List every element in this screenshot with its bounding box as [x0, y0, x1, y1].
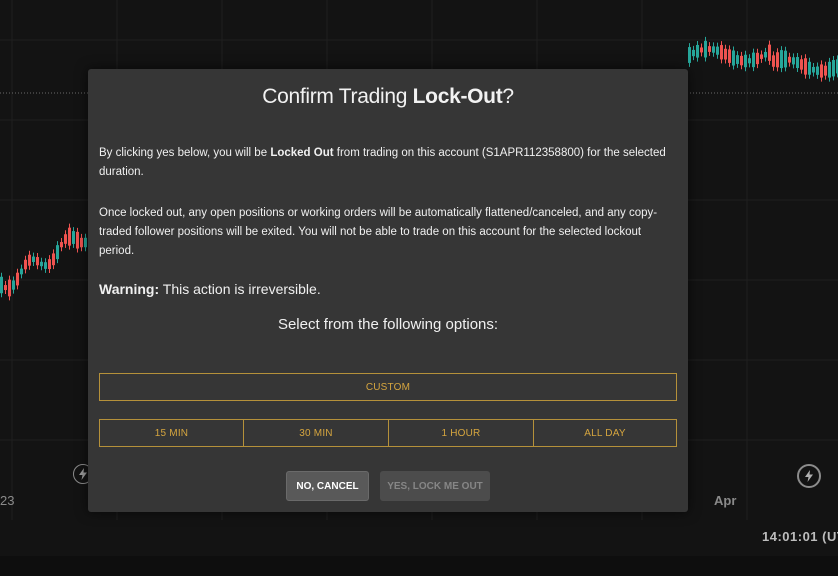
custom-duration-button[interactable]: CUSTOM: [99, 373, 677, 401]
candle: [80, 237, 83, 248]
lockout-confirm-dialog: Confirm Trading Lock-Out? By clicking ye…: [88, 69, 688, 512]
candle: [4, 285, 7, 291]
candle: [748, 58, 751, 64]
candle: [764, 51, 767, 58]
candle: [36, 257, 39, 266]
candle: [824, 65, 827, 76]
candle: [712, 46, 715, 53]
time-axis-label-left: 23: [0, 493, 15, 508]
candle: [76, 231, 79, 249]
confirm-lockout-button[interactable]: YES, LOCK ME OUT: [380, 471, 490, 501]
clock-readout: 14:01:01 (UT: [762, 529, 838, 544]
candle: [708, 46, 711, 52]
candle: [72, 231, 75, 244]
candle: [728, 49, 731, 63]
candle: [780, 50, 783, 69]
candle: [0, 276, 3, 294]
candle: [808, 61, 811, 75]
candle: [12, 280, 15, 290]
candle: [52, 253, 55, 266]
candle: [8, 279, 11, 297]
candle: [692, 49, 695, 57]
candle: [28, 254, 31, 266]
candle: [744, 54, 747, 68]
dialog-title: Confirm Trading Lock-Out?: [262, 85, 514, 108]
lockout-consequences: Once locked out, any open positions or w…: [99, 207, 658, 257]
candle: [20, 268, 23, 275]
lightning-icon[interactable]: [797, 464, 821, 488]
duration-1-hour-button[interactable]: 1 HOUR: [388, 419, 534, 447]
candle: [720, 45, 723, 60]
candle: [724, 48, 727, 60]
candle: [68, 227, 71, 246]
candle: [24, 259, 27, 270]
candle: [704, 40, 707, 58]
candle: [816, 66, 819, 75]
bottom-toolbar: [0, 556, 838, 576]
duration-all-day-button[interactable]: ALL DAY: [533, 419, 677, 447]
candle: [688, 47, 691, 63]
candle: [696, 44, 699, 58]
candle: [732, 50, 735, 66]
candle: [796, 57, 799, 69]
candle: [56, 245, 59, 260]
candle: [60, 242, 63, 248]
candle: [800, 59, 803, 70]
candle: [48, 259, 51, 270]
candle: [44, 262, 47, 269]
candle: [832, 60, 835, 77]
candle: [752, 52, 755, 68]
candle: [16, 272, 19, 286]
candle: [760, 54, 763, 59]
options-heading: Select from the following options:: [277, 316, 499, 333]
candle: [768, 44, 771, 61]
candle: [40, 261, 43, 267]
candle: [788, 56, 791, 63]
candle: [84, 237, 87, 248]
candle: [32, 256, 35, 263]
time-axis-label-right: Apr: [714, 493, 737, 508]
candle: [64, 234, 67, 244]
duration-15-min-button[interactable]: 15 MIN: [99, 419, 244, 447]
candle: [804, 58, 807, 75]
candle: [700, 47, 703, 53]
candle: [784, 50, 787, 68]
candle: [820, 64, 823, 78]
warning-text: Warning: This action is irreversible.: [99, 281, 321, 297]
candle: [792, 57, 795, 65]
candle: [828, 61, 831, 78]
candle: [716, 46, 719, 55]
candle: [740, 55, 743, 66]
lockout-description: By clicking yes below, you will be Locke…: [99, 147, 666, 178]
candle: [736, 55, 739, 64]
candle: [812, 66, 815, 73]
candle: [772, 55, 775, 67]
duration-30-min-button[interactable]: 30 MIN: [243, 419, 389, 447]
candle: [756, 52, 759, 65]
candle: [776, 52, 779, 68]
cancel-button[interactable]: NO, CANCEL: [286, 471, 369, 501]
